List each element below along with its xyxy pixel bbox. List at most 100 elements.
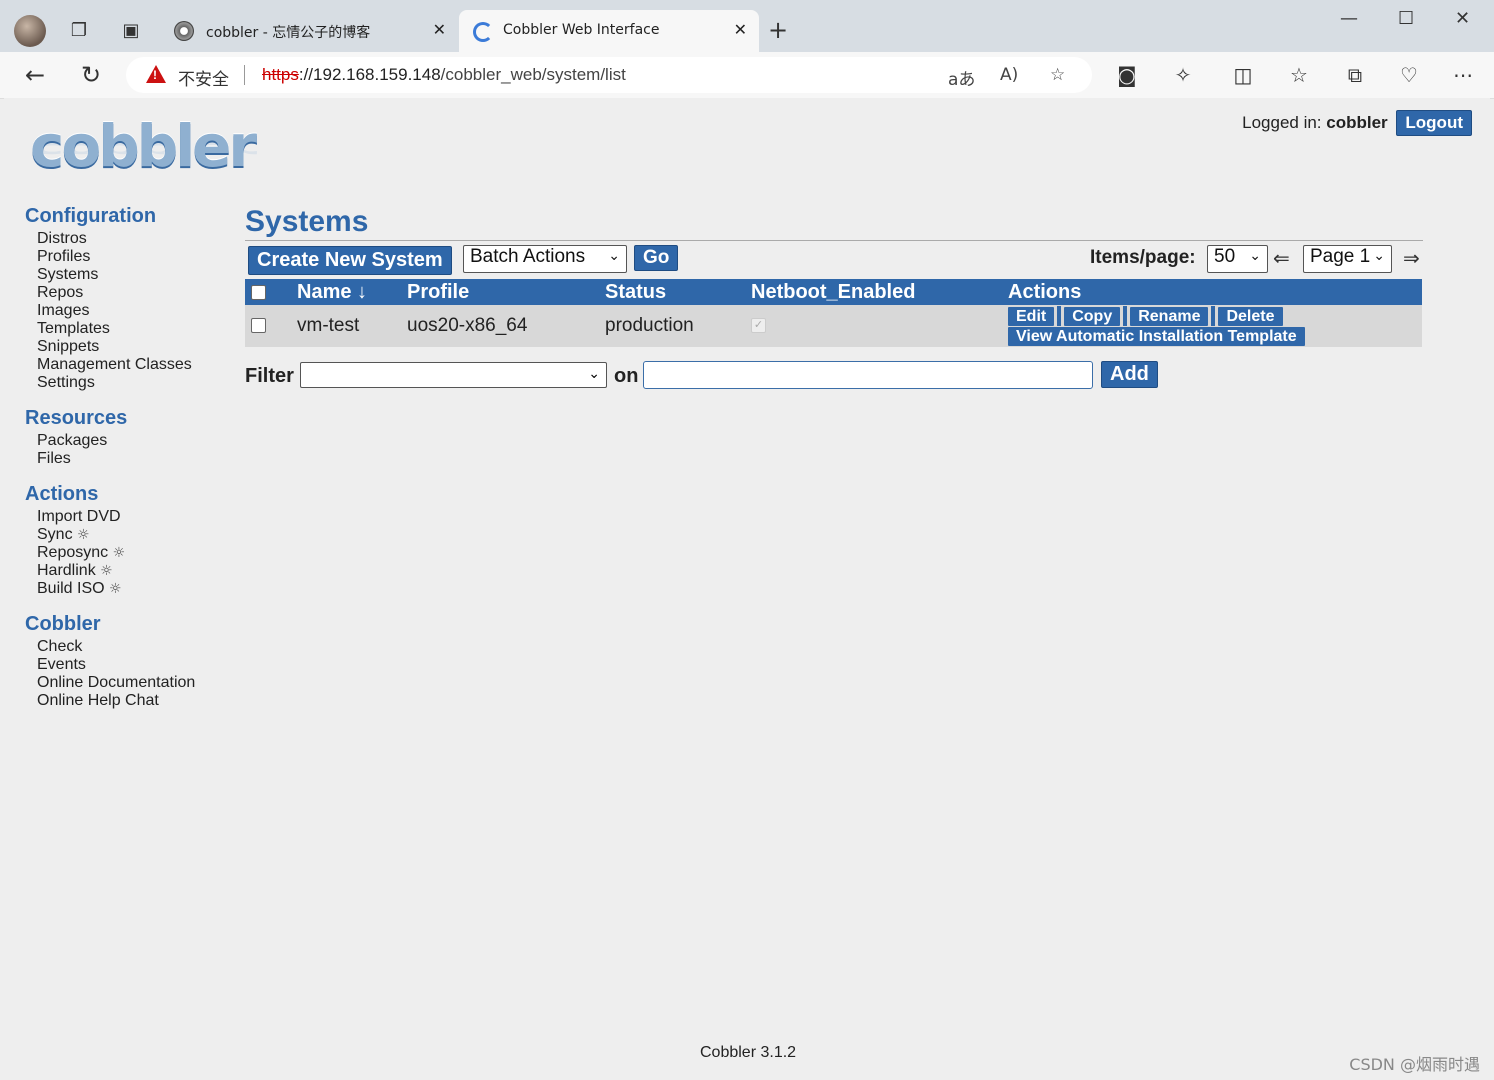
browser-nav-bar: ← ↻ 不安全 https://192.168.159.148/cobbler_… xyxy=(0,52,1494,99)
tab-title: cobbler - 忘情公子的博客 xyxy=(206,25,371,41)
close-tab-icon[interactable]: ✕ xyxy=(734,20,747,39)
sidebar-item-hardlink[interactable]: Hardlink ☼ xyxy=(37,562,235,580)
netboot-cell: ✓ xyxy=(751,305,1008,347)
copy-button[interactable]: Copy xyxy=(1064,307,1121,326)
row-checkbox[interactable] xyxy=(251,318,266,334)
browser-tab-bar: ❐ ▣ cobbler - 忘情公子的博客 ✕ Cobbler Web Inte… xyxy=(0,0,1494,52)
create-new-system-button[interactable]: Create New System xyxy=(248,246,452,275)
refresh-icon[interactable]: ↻ xyxy=(76,60,106,90)
batch-actions-select[interactable]: Batch Actions ⌄ xyxy=(463,245,627,273)
footer-version: Cobbler 3.1.2 xyxy=(700,1044,797,1061)
sidebar-item-label: Build ISO xyxy=(37,580,105,597)
cobbler-logo[interactable]: cobbler xyxy=(30,112,257,180)
sidebar-item-management-classes[interactable]: Management Classes xyxy=(37,356,235,374)
sidebar-section-cobbler: Cobbler xyxy=(25,613,101,635)
url-text[interactable]: https://192.168.159.148/cobbler_web/syst… xyxy=(262,65,626,85)
read-aloud-icon[interactable]: A) xyxy=(1000,65,1018,85)
filter-field-select[interactable]: ⌄ xyxy=(300,362,607,388)
items-per-page-value: 50 xyxy=(1214,246,1236,267)
logged-in-label: Logged in: xyxy=(1242,113,1322,132)
split-screen-icon[interactable]: ◫ xyxy=(1228,60,1258,90)
select-all-cell xyxy=(245,279,297,305)
url-host: ://192.168.159.148 xyxy=(298,65,441,84)
sidebar-item-snippets[interactable]: Snippets xyxy=(37,338,235,356)
sidebar-item-systems[interactable]: Systems xyxy=(37,266,235,284)
sidebar-item-build-iso[interactable]: Build ISO ☼ xyxy=(37,580,235,598)
add-filter-button[interactable]: Add xyxy=(1101,361,1158,388)
window-close-icon[interactable]: ✕ xyxy=(1455,8,1470,29)
username: cobbler xyxy=(1326,113,1388,132)
view-installation-template-button[interactable]: View Automatic Installation Template xyxy=(1008,327,1305,346)
url-path: /cobbler_web/system/list xyxy=(440,65,626,84)
favorite-star-icon[interactable]: ☆ xyxy=(1050,65,1065,85)
sidebar-item-settings[interactable]: Settings xyxy=(37,374,235,392)
system-name[interactable]: vm-test xyxy=(297,305,407,347)
rename-button[interactable]: Rename xyxy=(1130,307,1209,326)
prev-page-icon[interactable]: ⇐ xyxy=(1273,246,1290,270)
items-per-page-select[interactable]: 50 ⌄ xyxy=(1207,245,1268,273)
close-tab-icon[interactable]: ✕ xyxy=(433,20,446,39)
filter-value-input[interactable] xyxy=(643,361,1093,389)
sidebar-item-online-documentation[interactable]: Online Documentation xyxy=(37,674,235,692)
sidebar-item-packages[interactable]: Packages xyxy=(37,432,235,450)
sidebar-item-images[interactable]: Images xyxy=(37,302,235,320)
edit-button[interactable]: Edit xyxy=(1008,307,1055,326)
sidebar-nav: Configuration Distros Profiles Systems R… xyxy=(25,204,235,724)
column-name[interactable]: Name ↓ xyxy=(297,279,407,305)
row-select-cell xyxy=(245,305,297,347)
page-title: Systems xyxy=(245,204,1423,241)
minimize-icon[interactable]: — xyxy=(1340,8,1358,29)
column-status[interactable]: Status xyxy=(605,279,751,305)
sidebar-item-check[interactable]: Check xyxy=(37,638,235,656)
collections-icon[interactable]: ⧉ xyxy=(1340,60,1370,90)
browser-essentials-icon[interactable]: ♡ xyxy=(1394,60,1424,90)
favorites-icon[interactable]: ☆ xyxy=(1284,60,1314,90)
profile-avatar[interactable] xyxy=(14,15,46,47)
translate-icon[interactable]: aあ xyxy=(948,65,975,90)
tab-title: Cobbler Web Interface xyxy=(503,22,660,38)
page-select[interactable]: Page 1 ⌄ xyxy=(1303,245,1392,273)
task-sun-icon: ☼ xyxy=(77,527,90,543)
sidebar-item-online-help-chat[interactable]: Online Help Chat xyxy=(37,692,235,710)
tab-cobbler-blog[interactable]: cobbler - 忘情公子的博客 ✕ xyxy=(162,10,458,52)
row-actions: Edit Copy Rename Delete View Automatic Inst… xyxy=(1008,305,1422,347)
on-label: on xyxy=(614,365,639,387)
sidebar-item-templates[interactable]: Templates xyxy=(37,320,235,338)
task-sun-icon: ☼ xyxy=(109,581,122,597)
more-icon[interactable]: ⋯ xyxy=(1448,60,1478,90)
go-button[interactable]: Go xyxy=(634,245,679,271)
chevron-down-icon: ⌄ xyxy=(588,366,600,382)
address-divider xyxy=(244,65,245,85)
csdn-watermark: CSDN @烟雨时遇 xyxy=(1349,1055,1480,1074)
select-all-checkbox[interactable] xyxy=(251,284,266,300)
sidebar-item-distros[interactable]: Distros xyxy=(37,230,235,248)
column-netboot-enabled[interactable]: Netboot_Enabled xyxy=(751,279,1008,305)
sidebar-item-sync[interactable]: Sync ☼ xyxy=(37,526,235,544)
main-content: Systems Create New System Batch Actions … xyxy=(245,204,1423,389)
tab-cobbler-web[interactable]: Cobbler Web Interface ✕ xyxy=(459,10,759,52)
sidebar-item-reposync[interactable]: Reposync ☼ xyxy=(37,544,235,562)
address-bar[interactable]: 不安全 https://192.168.159.148/cobbler_web/… xyxy=(126,57,1092,93)
extension-icon[interactable]: ✧ xyxy=(1168,60,1198,90)
sidebar-item-label: Hardlink xyxy=(37,562,96,579)
tab-actions-icon[interactable]: ▣ xyxy=(118,18,144,44)
extension-app-icon[interactable]: ◙ xyxy=(1112,60,1142,90)
sidebar-item-files[interactable]: Files xyxy=(37,450,235,468)
workspaces-icon[interactable]: ❐ xyxy=(66,18,92,44)
system-profile: uos20-x86_64 xyxy=(407,305,605,347)
next-page-icon[interactable]: ⇒ xyxy=(1403,246,1420,270)
logout-button[interactable]: Logout xyxy=(1396,110,1472,136)
column-actions: Actions xyxy=(1008,279,1422,305)
system-status: production xyxy=(605,305,751,347)
table-header-row: Name ↓ Profile Status Netboot_Enabled Ac… xyxy=(245,279,1422,305)
column-profile[interactable]: Profile xyxy=(407,279,605,305)
back-icon[interactable]: ← xyxy=(20,60,50,90)
maximize-icon[interactable]: ☐ xyxy=(1398,8,1414,29)
delete-button[interactable]: Delete xyxy=(1218,307,1283,326)
sidebar-item-profiles[interactable]: Profiles xyxy=(37,248,235,266)
security-label[interactable]: 不安全 xyxy=(178,65,229,90)
new-tab-icon[interactable]: + xyxy=(768,16,788,44)
sidebar-item-import-dvd[interactable]: Import DVD xyxy=(37,508,235,526)
sidebar-item-events[interactable]: Events xyxy=(37,656,235,674)
sidebar-item-repos[interactable]: Repos xyxy=(37,284,235,302)
